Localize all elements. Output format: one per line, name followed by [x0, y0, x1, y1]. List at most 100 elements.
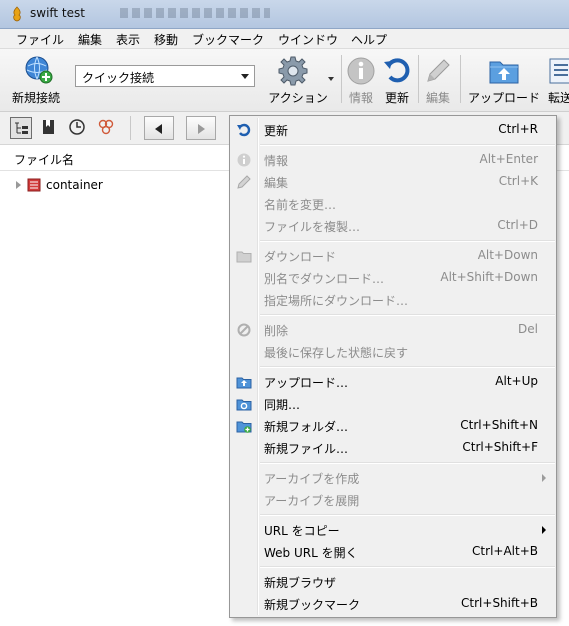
menu-item-new-browser[interactable]: 新規ブラウザ — [232, 571, 554, 593]
menu-item-label: 名前を変更… — [264, 198, 337, 212]
menu-item-download-to[interactable]: 指定場所にダウンロード… — [232, 289, 554, 311]
menu-item-shortcut: Ctrl+D — [497, 218, 538, 232]
menu-separator — [260, 462, 555, 464]
back-arrow-icon — [155, 124, 162, 134]
new-connection-label: 新規接続 — [11, 91, 60, 105]
refresh-button[interactable]: 更新 — [381, 53, 413, 107]
action-label: アクション — [268, 91, 328, 105]
menu-bar: ファイル 編集 表示 移動 ブックマーク ウインドウ ヘルプ — [0, 29, 569, 49]
menu-item-new-file[interactable]: 新規ファイル… Ctrl+Shift+F — [232, 437, 554, 459]
download-folder-icon — [236, 251, 252, 263]
main-toolbar: 新規接続 クイック接続 アクション 情報 更新 編集 アップロード 転送 — [0, 49, 569, 112]
delete-icon — [237, 323, 251, 337]
upload-label: アップロード — [467, 91, 540, 105]
transfer-label: 転送 — [548, 91, 569, 105]
menu-item-expand-archive[interactable]: アーカイブを展開 — [232, 489, 554, 511]
globe-plus-icon — [25, 56, 53, 84]
submenu-arrow-icon — [542, 474, 546, 482]
menu-item-shortcut: Alt+Down — [477, 248, 538, 262]
menu-item-label: ダウンロード — [264, 250, 337, 264]
menu-item-shortcut: Ctrl+Alt+B — [472, 544, 538, 558]
menu-item-revert[interactable]: 最後に保存した状態に戻す — [232, 341, 554, 363]
refresh-icon — [237, 123, 251, 137]
menu-item-label: 新規フォルダ… — [264, 420, 349, 434]
action-dropdown-icon — [328, 77, 334, 81]
menu-item-label: 新規ブラウザ — [264, 576, 337, 590]
upload-button[interactable]: アップロード — [466, 53, 542, 107]
menu-item-label: 別名でダウンロード… — [264, 272, 385, 286]
table-row[interactable]: container — [0, 175, 230, 195]
new-connection-button[interactable]: 新規接続 — [8, 53, 64, 107]
pencil-icon — [237, 175, 251, 189]
forward-button[interactable] — [186, 116, 216, 140]
menu-item-label: アーカイブを作成 — [264, 472, 360, 486]
menu-item-shortcut: Alt+Enter — [479, 152, 538, 166]
expand-arrow-icon[interactable] — [16, 181, 21, 189]
transfer-button[interactable]: 転送 — [546, 53, 569, 107]
menu-bookmark[interactable]: ブックマーク — [192, 31, 264, 48]
navbar-divider — [130, 116, 131, 140]
menu-item-download-as[interactable]: 別名でダウンロード… Alt+Shift+Down — [232, 267, 554, 289]
menu-help[interactable]: ヘルプ — [351, 31, 387, 48]
menu-item-shortcut: Ctrl+Shift+F — [462, 440, 538, 454]
menu-item-download[interactable]: ダウンロード Alt+Down — [232, 245, 554, 267]
menu-item-info[interactable]: 情報 Alt+Enter — [232, 149, 554, 171]
menu-item-label: 最後に保存した状態に戻す — [264, 346, 409, 360]
bonjour-view-button[interactable] — [96, 117, 118, 139]
info-label: 情報 — [348, 91, 373, 105]
menu-item-label: Web URL を開く — [264, 546, 358, 560]
toolbar-divider — [418, 55, 419, 103]
edit-button[interactable]: 編集 — [422, 53, 454, 107]
menu-item-upload[interactable]: アップロード… Alt+Up — [232, 371, 554, 393]
column-filename[interactable]: ファイル名 — [14, 151, 74, 168]
menu-item-refresh[interactable]: 更新 Ctrl+R — [232, 119, 554, 141]
menu-item-open-web-url[interactable]: Web URL を開く Ctrl+Alt+B — [232, 541, 554, 563]
back-button[interactable] — [144, 116, 174, 140]
action-button[interactable]: アクション — [260, 53, 336, 107]
context-menu: 更新 Ctrl+R 情報 Alt+Enter 編集 Ctrl+K 名前を変更… … — [229, 115, 557, 618]
menu-separator — [260, 314, 555, 316]
menu-go[interactable]: 移動 — [154, 31, 178, 48]
toolbar-divider — [460, 55, 461, 103]
upload-folder-icon — [489, 61, 519, 84]
bookmarks-view-button[interactable] — [38, 117, 60, 139]
menu-item-new-bookmark[interactable]: 新規ブックマーク Ctrl+Shift+B — [232, 593, 554, 615]
menu-edit[interactable]: 編集 — [78, 31, 102, 48]
menu-item-delete[interactable]: 削除 Del — [232, 319, 554, 341]
menu-item-label: 編集 — [264, 176, 289, 190]
menu-item-create-archive[interactable]: アーカイブを作成 — [232, 467, 554, 489]
menu-item-label: 同期… — [264, 398, 301, 412]
chevron-down-icon — [241, 74, 249, 79]
refresh-label: 更新 — [384, 91, 409, 105]
menu-item-label: アーカイブを展開 — [264, 494, 360, 508]
menu-item-copy-url[interactable]: URL をコピー — [232, 519, 554, 541]
new-folder-icon — [236, 421, 252, 433]
menu-item-shortcut: Ctrl+Shift+B — [461, 596, 538, 610]
menu-window[interactable]: ウインドウ — [278, 31, 338, 48]
menu-item-shortcut: Del — [518, 322, 538, 336]
menu-separator — [260, 566, 555, 568]
bookmark-icon — [43, 120, 54, 134]
menu-item-edit[interactable]: 編集 Ctrl+K — [232, 171, 554, 193]
menu-item-shortcut: Alt+Up — [495, 374, 538, 388]
info-icon — [347, 57, 375, 85]
pencil-icon — [427, 59, 450, 82]
menu-item-new-folder[interactable]: 新規フォルダ… Ctrl+Shift+N — [232, 415, 554, 437]
outline-view-button[interactable] — [10, 117, 32, 139]
menu-separator — [260, 144, 555, 146]
quick-connect-combo[interactable]: クイック接続 — [75, 65, 255, 87]
menu-item-label: 指定場所にダウンロード… — [264, 294, 409, 308]
refresh-icon — [384, 58, 410, 83]
menu-item-duplicate[interactable]: ファイルを複製… Ctrl+D — [232, 215, 554, 237]
menu-file[interactable]: ファイル — [16, 31, 64, 48]
menu-item-sync[interactable]: 同期… — [232, 393, 554, 415]
menu-item-rename[interactable]: 名前を変更… — [232, 193, 554, 215]
menu-item-shortcut: Alt+Shift+Down — [440, 270, 538, 284]
transfers-icon — [549, 58, 569, 84]
history-view-button[interactable] — [67, 117, 89, 139]
title-bar-blur — [120, 8, 270, 18]
quick-connect-value: クイック接続 — [82, 71, 155, 85]
sync-folder-icon — [236, 399, 252, 411]
info-button[interactable]: 情報 — [345, 53, 377, 107]
menu-view[interactable]: 表示 — [116, 31, 140, 48]
